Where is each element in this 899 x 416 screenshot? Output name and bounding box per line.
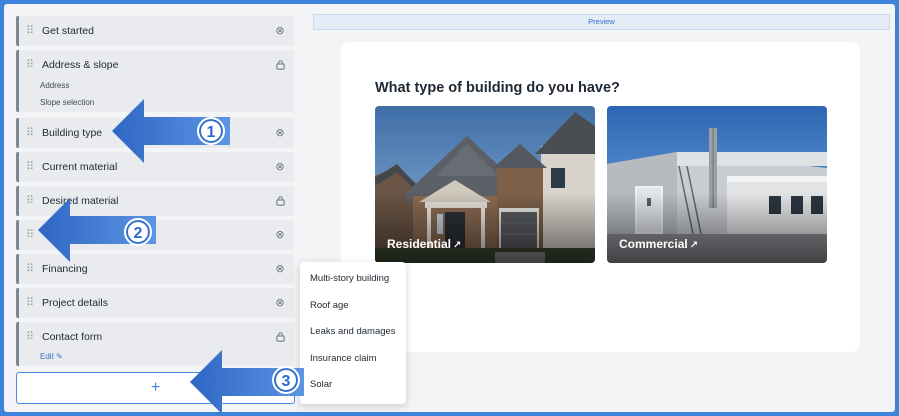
callout-badge-2: 2: [124, 218, 152, 246]
callout-badge-3: 3: [272, 366, 300, 394]
callout-arrows: [38, 99, 304, 412]
app-frame: ⠿ Get started ⊗ ⠿ Address & slope Address …: [4, 4, 895, 412]
callout-badge-1: 1: [197, 117, 225, 145]
